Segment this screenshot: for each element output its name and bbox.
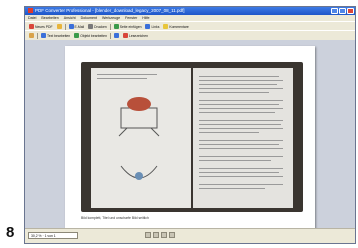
- title-bar: PDF Converter Professional - [blender_do…: [25, 7, 355, 15]
- app-icon: [28, 8, 33, 13]
- print-button[interactable]: Drucken: [87, 24, 108, 30]
- diagram-icon: [120, 165, 158, 180]
- status-bar: 30,2 % · 1 von 1: [25, 228, 355, 243]
- new-pdf-button[interactable]: Neues PDF: [28, 24, 54, 30]
- next-page-button[interactable]: [161, 232, 167, 238]
- minimize-button[interactable]: [331, 8, 338, 14]
- photo-right-page: [193, 68, 293, 208]
- edit-object-button[interactable]: Objekt bearbeiten: [73, 33, 108, 39]
- comment-icon: [163, 24, 169, 29]
- open-button[interactable]: [56, 24, 63, 30]
- mail-icon: [68, 24, 74, 29]
- scanned-photo: [81, 62, 303, 212]
- bookmark-button[interactable]: Lesezeichen: [122, 33, 149, 39]
- illustration-icon: [118, 97, 160, 137]
- hand-tool-button[interactable]: [28, 33, 35, 39]
- zoom-icon: [113, 33, 119, 38]
- figure-number: 8: [6, 224, 15, 241]
- email-button[interactable]: E-Mail: [68, 24, 86, 30]
- links-button[interactable]: Links: [144, 24, 160, 30]
- last-page-button[interactable]: [169, 232, 175, 238]
- edit-object-icon: [74, 33, 80, 38]
- document-workspace[interactable]: Bild komplett, Titel und unscharfe Bild …: [25, 40, 355, 229]
- new-pdf-icon: [29, 24, 34, 29]
- toolbar-separator: [109, 32, 111, 39]
- hand-icon: [29, 33, 34, 38]
- first-page-button[interactable]: [145, 232, 151, 238]
- page-caption: Bild komplett, Titel und unscharfe Bild …: [81, 216, 149, 220]
- toolbar-separator: [64, 23, 66, 30]
- edit-text-button[interactable]: Text bearbeiten: [40, 33, 71, 39]
- window-controls: [331, 8, 354, 14]
- toolbar-separator: [37, 32, 38, 39]
- maximize-button[interactable]: [339, 8, 346, 14]
- insert-page-button[interactable]: Seite einfügen: [113, 24, 143, 30]
- zoom-button[interactable]: [113, 33, 120, 39]
- bookmark-icon: [122, 33, 128, 38]
- photo-left-page: [91, 68, 191, 208]
- zoom-readout[interactable]: 30,2 % · 1 von 1: [28, 232, 78, 239]
- toolbar-separator: [109, 23, 111, 30]
- insert-page-icon: [113, 24, 119, 29]
- prev-page-button[interactable]: [153, 232, 159, 238]
- edit-text-icon: [41, 33, 46, 38]
- comments-button[interactable]: Kommentare: [162, 24, 189, 30]
- window-title: PDF Converter Professional - [blender_do…: [35, 8, 185, 13]
- link-icon: [145, 24, 151, 29]
- page-navigation: [145, 232, 175, 238]
- close-button[interactable]: [347, 8, 354, 14]
- pdf-page: Bild komplett, Titel und unscharfe Bild …: [65, 46, 315, 229]
- open-icon: [56, 24, 62, 29]
- print-icon: [88, 24, 94, 29]
- application-window: PDF Converter Professional - [blender_do…: [24, 6, 356, 244]
